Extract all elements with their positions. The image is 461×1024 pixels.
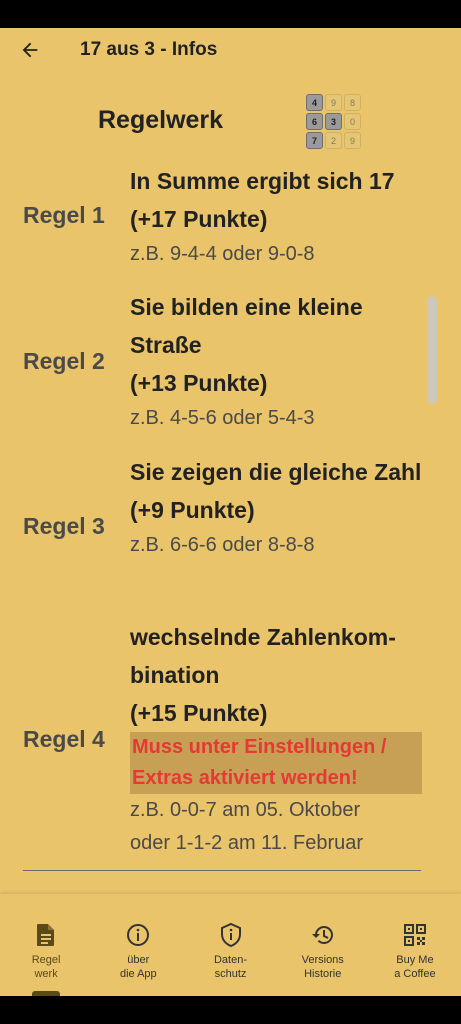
logo-tile: 9 [325, 94, 342, 111]
rule-label: Regel 4 [23, 726, 105, 752]
rule-title: Sie zeigen die gleiche Zahl [130, 459, 422, 485]
rule-points: (+9 Punkte) [130, 497, 255, 523]
logo-tile: 7 [306, 132, 323, 149]
rule-example: z.B. 6-6-6 oder 8-8-8 [130, 534, 315, 556]
rule-label: Regel 2 [23, 348, 105, 374]
activation-warning: Muss unter Einstellungen / Extras aktivi… [130, 732, 422, 794]
arrow-left-icon [22, 42, 38, 58]
gesture-bar [0, 996, 461, 1024]
rule-example: z.B. 0-0-7 am 05. Oktober [130, 799, 361, 821]
nav-label: über die App [119, 954, 157, 980]
rules-content[interactable]: Regelwerk 498630729 Regel 1 In Summe erg… [0, 72, 461, 894]
rule-example: oder 1-1-2 am 11. Februar [130, 832, 364, 854]
rule-example: z.B. 9-4-4 oder 9-0-8 [130, 243, 315, 265]
status-bar [0, 0, 461, 28]
back-button[interactable] [0, 28, 60, 72]
heading-row: Regelwerk 498630729 [0, 94, 461, 149]
rule-title: In Summe ergibt sich 17 [130, 168, 395, 194]
nav-item-regelwerk[interactable]: Regel werk [0, 894, 92, 996]
logo-tile: 0 [344, 113, 361, 130]
logo-tile: 8 [344, 94, 361, 111]
nav-label: Versions Historie [301, 954, 344, 980]
info-icon [125, 922, 151, 948]
app-bar: 17 aus 3 - Infos [0, 28, 461, 72]
rule-title-line: wechselnde Zahlenkom- [130, 624, 396, 650]
bottom-navigation: Regel werk über die App Daten- schutz Ve… [0, 894, 461, 996]
history-icon [310, 922, 336, 948]
nav-item-buy-me-a-coffee[interactable]: Buy Me a Coffee [369, 894, 461, 996]
rule-label: Regel 3 [23, 513, 105, 539]
nav-item-privacy[interactable]: Daten- schutz [184, 894, 276, 996]
page-heading: Regelwerk [98, 106, 224, 134]
scrollbar[interactable] [427, 296, 437, 404]
rule-points: (+13 Punkte) [130, 370, 268, 396]
document-icon [33, 922, 59, 948]
nav-label: Buy Me a Coffee [394, 954, 436, 980]
logo-tile: 6 [306, 113, 323, 130]
logo-tile: 4 [306, 94, 323, 111]
nav-item-about[interactable]: über die App [92, 894, 184, 996]
rule-title-line: bination [130, 662, 220, 688]
qr-code-icon [402, 922, 428, 948]
nav-label: Regel werk [31, 954, 61, 980]
rule-title: Sie bilden eine kleine Straße [130, 294, 363, 358]
logo-tile: 9 [344, 132, 361, 149]
divider [23, 870, 421, 871]
rule-points: (+17 Punkte) [130, 206, 268, 232]
app-logo: 498630729 [306, 94, 361, 149]
rule-example: z.B. 4-5-6 oder 5-4-3 [130, 407, 315, 429]
shield-icon [218, 922, 244, 948]
rule-points: (+15 Punkte) [130, 700, 268, 726]
rule-label: Regel 1 [23, 202, 105, 228]
nav-label: Daten- schutz [213, 954, 248, 980]
logo-tile: 2 [325, 132, 342, 149]
app-title: 17 aus 3 - Infos [80, 39, 218, 60]
logo-tile: 3 [325, 113, 342, 130]
nav-item-version-history[interactable]: Versions Historie [277, 894, 369, 996]
